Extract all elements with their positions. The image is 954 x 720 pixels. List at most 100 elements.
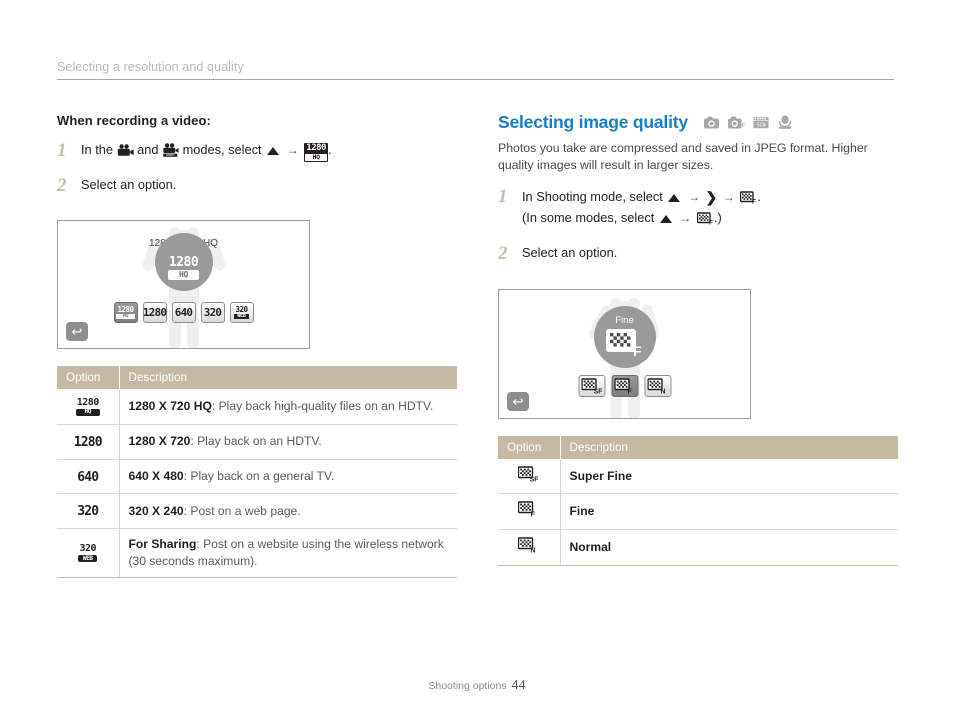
option-letter: N	[660, 388, 665, 394]
image-quality-table: Option Description SF Super Fine F Fine …	[498, 435, 898, 566]
row-description-cell: Normal	[560, 529, 898, 566]
row-icon-top: 1280	[73, 434, 103, 450]
row-term: 1280 X 720	[128, 434, 191, 449]
row-icon-cell: 1280	[57, 424, 120, 460]
arrow-right-icon: →	[679, 211, 692, 226]
quality-super-fine-icon: SF	[581, 377, 602, 394]
quality-fine-icon: F	[614, 377, 632, 394]
row-icon-letter: F	[531, 512, 536, 518]
right-step1-text: In Shooting mode, select	[522, 188, 663, 204]
row-icon-top: 640	[77, 469, 99, 485]
scene-icon: SCN	[753, 116, 769, 128]
row-term: Normal	[569, 539, 612, 554]
quality-fine-preview-icon: F	[605, 329, 642, 358]
row-term: Fine	[569, 504, 595, 519]
table-row: 320 320 X 240: Post on a web page.	[57, 493, 457, 530]
left-step-1: 1 In the and SMART modes, select → 1280 …	[57, 140, 457, 163]
table-row: 320 WEB For Sharing: Post on a website u…	[57, 528, 457, 578]
left-step1-text-b: and	[137, 142, 159, 157]
row-term: For Sharing	[128, 537, 197, 552]
running-head: Selecting a resolution and quality	[57, 60, 894, 80]
option-super-fine-button[interactable]: SF	[578, 374, 605, 397]
opt-top: 320	[203, 306, 222, 320]
left-subheading: When recording a video:	[57, 113, 211, 128]
quality-super-fine-icon: SF	[518, 465, 540, 483]
row-description-cell: 320 X 240: Post on a web page.	[119, 493, 457, 530]
row-term: 1280 X 720 HQ	[128, 399, 212, 413]
movie-icon	[778, 115, 791, 130]
row-icon-cell: 640	[57, 459, 120, 495]
svg-text:F: F	[633, 343, 642, 358]
arrow-right-icon: →	[286, 143, 299, 157]
footer-section-label: Shooting options	[428, 680, 507, 692]
left-column: When recording a video: 1 In the and SMA…	[57, 105, 457, 578]
up-triangle-icon	[659, 215, 672, 224]
row-icon-top: 320	[79, 543, 97, 555]
row-icon-cell: SF	[498, 458, 561, 495]
page-footer: Shooting options 44	[0, 676, 954, 694]
step-number: 2	[57, 174, 67, 196]
option-320-button[interactable]: 320	[200, 302, 225, 324]
row-term: Super Fine	[569, 468, 633, 483]
table-row: F Fine	[498, 493, 898, 530]
row-desc: : Post on a web page.	[183, 504, 301, 519]
option-1280-button[interactable]: 1280	[142, 302, 167, 324]
table-row: 1280 1280 X 720: Play back on an HDTV.	[57, 424, 457, 460]
right-screen-circle-label: Fine	[615, 315, 634, 327]
right-camera-screen-illustration: Fine F SF F N ↩	[498, 288, 751, 419]
left-steps-list: 1 In the and SMART modes, select → 1280 …	[57, 140, 457, 196]
page-title: Selecting image quality	[498, 112, 688, 132]
badge-top-text: 1280	[306, 142, 326, 153]
running-head-text: Selecting a resolution and quality	[57, 60, 244, 74]
row-icon-cell: N	[498, 529, 561, 566]
right-selected-preview-circle: Fine F	[593, 305, 656, 368]
back-arrow-icon[interactable]: ↩	[507, 391, 529, 411]
svg-text:F: F	[709, 220, 713, 225]
running-head-rule	[57, 79, 894, 80]
right-step1-period: .	[757, 188, 761, 204]
option-320web-button[interactable]: 320 WEB	[229, 302, 254, 324]
opt-top: 640	[174, 306, 193, 320]
row-term: 640 X 480	[128, 469, 184, 484]
quality-normal-icon: N	[518, 537, 536, 554]
left-selected-preview-circle: 1280 HQ	[154, 233, 213, 292]
right-step2-text: Select an option.	[522, 245, 618, 261]
preview-badge: 1280 HQ	[167, 255, 200, 281]
option-1280hq-button[interactable]: 1280 HQ	[113, 302, 138, 324]
option-640-button[interactable]: 640	[171, 302, 196, 324]
left-option-bar[interactable]: 1280 HQ 1280 640 320 320 WEB	[113, 302, 254, 324]
row-description-cell: 1280 X 720 HQ: Play back high-quality fi…	[119, 389, 457, 425]
table-row: SF Super Fine	[498, 458, 898, 495]
row-icon-top: 1280	[76, 396, 100, 408]
row-desc: : Play back high-quality files on an HDT…	[211, 399, 434, 413]
table-row: N Normal	[498, 529, 898, 566]
back-arrow-icon[interactable]: ↩	[66, 322, 88, 342]
step-number: 1	[498, 185, 508, 207]
option-fine-button[interactable]: F	[611, 374, 638, 397]
left-step1-text-a: In the	[81, 142, 114, 157]
svg-text:SCN: SCN	[757, 122, 766, 128]
right-step-1: 1 In Shooting mode, select → ❯ → F . (In…	[498, 186, 898, 231]
table-header-row: Option Description	[498, 435, 898, 459]
option-normal-button[interactable]: N	[644, 374, 671, 397]
header-option: Option	[57, 366, 120, 390]
arrow-right-icon: →	[687, 189, 700, 204]
row-desc: : Play back on an HDTV.	[190, 434, 322, 449]
video-resolution-table: Option Description 1280 HQ 1280 X 720 HQ…	[57, 366, 457, 578]
right-step1-sub-end: .)	[713, 210, 722, 226]
resolution-1280hq-badge: 1280 HQ	[304, 142, 328, 162]
mode-icons-group: P SCN	[704, 114, 796, 132]
step-number: 1	[57, 140, 67, 161]
right-option-bar[interactable]: SF F N	[578, 374, 671, 397]
row-description-cell: 1280 X 720: Play back on an HDTV.	[119, 424, 457, 460]
quality-normal-icon: N	[647, 377, 665, 394]
badge-bottom-text: HQ	[305, 153, 327, 161]
svg-text:P: P	[741, 122, 744, 129]
header-option: Option	[498, 435, 561, 459]
quality-fine-icon: F	[518, 501, 536, 519]
row-icon-bottom: WEB	[78, 555, 98, 563]
camera-icon	[704, 116, 720, 129]
up-triangle-icon	[668, 193, 681, 202]
opt-bottom: HQ	[116, 314, 135, 320]
row-icon-letter: SF	[530, 476, 540, 482]
